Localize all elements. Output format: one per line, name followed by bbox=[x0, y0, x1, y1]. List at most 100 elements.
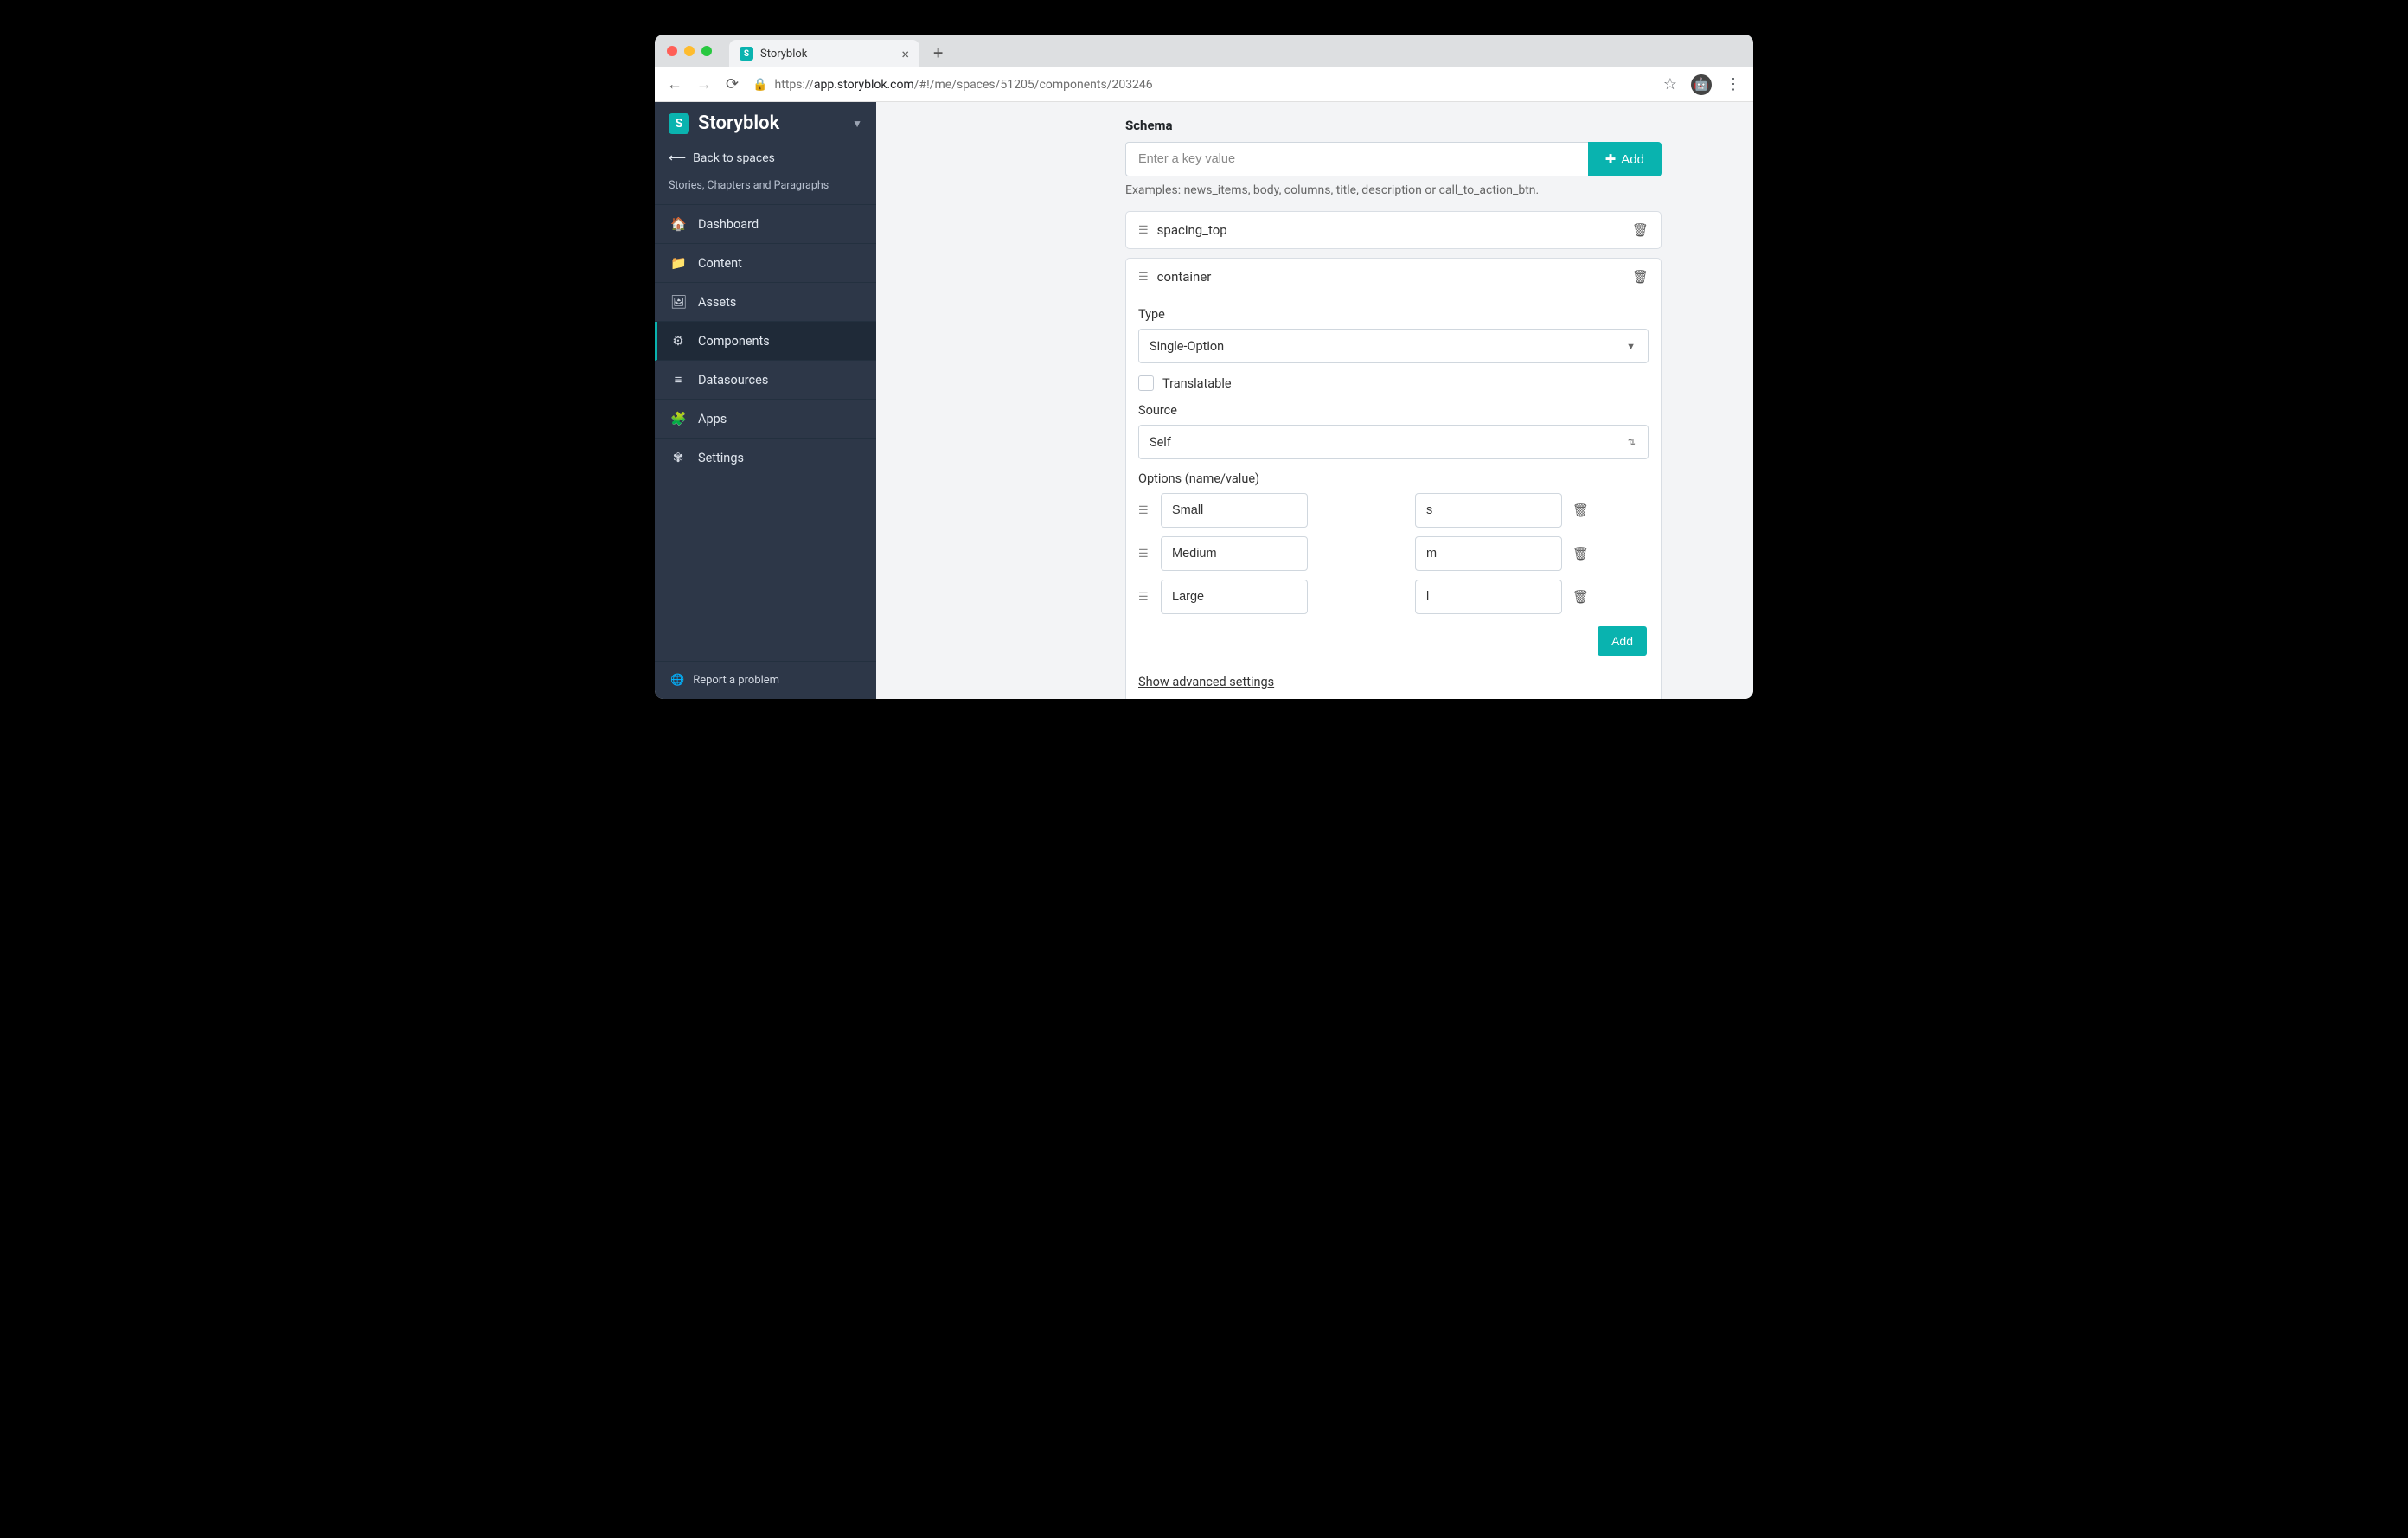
trash-icon[interactable]: 🗑 bbox=[1572, 589, 1589, 605]
traffic-lights bbox=[667, 46, 712, 56]
sidebar-item-label: Apps bbox=[698, 412, 727, 426]
globe-icon: 🌐 bbox=[670, 674, 684, 687]
back-label: Back to spaces bbox=[693, 151, 775, 165]
option-name-input[interactable] bbox=[1161, 580, 1308, 614]
option-value-input[interactable] bbox=[1415, 493, 1562, 528]
field-name: spacing_top bbox=[1157, 222, 1227, 238]
sidebar-item-datasources[interactable]: ≡ Datasources bbox=[655, 361, 876, 400]
main-panel: Schema ✚ Add Examples: news_items, body,… bbox=[876, 102, 1753, 699]
datasources-icon: ≡ bbox=[670, 372, 686, 388]
field-name: container bbox=[1157, 269, 1212, 285]
translatable-label: Translatable bbox=[1162, 376, 1232, 391]
logo-icon: S bbox=[669, 113, 689, 134]
report-label: Report a problem bbox=[693, 674, 779, 687]
maximize-window[interactable] bbox=[701, 46, 712, 56]
minimize-window[interactable] bbox=[684, 46, 695, 56]
options-label: Options (name/value) bbox=[1138, 471, 1649, 486]
source-label: Source bbox=[1138, 403, 1649, 418]
sidebar-item-label: Datasources bbox=[698, 373, 768, 388]
arrow-left-icon: ⟵ bbox=[669, 151, 686, 165]
option-name-input[interactable] bbox=[1161, 493, 1308, 528]
tab-close-icon[interactable]: × bbox=[901, 46, 909, 62]
settings-icon: ✾ bbox=[670, 450, 686, 465]
type-value: Single-Option bbox=[1150, 339, 1224, 354]
trash-icon[interactable]: 🗑 bbox=[1632, 269, 1649, 285]
option-name-input[interactable] bbox=[1161, 536, 1308, 571]
translatable-checkbox[interactable] bbox=[1138, 375, 1154, 391]
sidebar: S Storyblok ▼ ⟵ Back to spaces Stories, … bbox=[655, 102, 876, 699]
nav-list: 🏠 Dashboard 📁 Content 🖼 Assets ⚙ Components ≡ Dat… bbox=[655, 204, 876, 477]
back-to-spaces[interactable]: ⟵ Back to spaces bbox=[655, 143, 876, 176]
schema-field[interactable]: ☰ spacing_top 🗑 bbox=[1125, 211, 1662, 249]
sidebar-item-label: Settings bbox=[698, 451, 744, 465]
source-value: Self bbox=[1150, 435, 1171, 450]
drag-handle-icon[interactable]: ☰ bbox=[1138, 271, 1149, 284]
reload-button[interactable]: ⟳ bbox=[726, 75, 739, 93]
components-icon: ⚙ bbox=[670, 333, 686, 349]
back-button[interactable]: ← bbox=[667, 75, 682, 93]
url-path: /#!/me/spaces/51205/components/203246 bbox=[914, 78, 1153, 92]
sidebar-item-label: Dashboard bbox=[698, 217, 759, 232]
option-row: ☰🗑 bbox=[1138, 580, 1649, 614]
brand[interactable]: S Storyblok ▼ bbox=[655, 102, 876, 143]
sidebar-item-assets[interactable]: 🖼 Assets bbox=[655, 283, 876, 322]
apps-icon: 🧩 bbox=[670, 411, 686, 426]
option-value-input[interactable] bbox=[1415, 580, 1562, 614]
url-host: app.storyblok.com bbox=[814, 78, 914, 92]
brand-title: Storyblok bbox=[698, 112, 779, 134]
bookmark-icon[interactable]: ☆ bbox=[1663, 75, 1677, 93]
address-bar: ← → ⟳ 🔒 https://app.storyblok.com/#!/me/… bbox=[655, 67, 1753, 102]
new-tab-button[interactable]: + bbox=[933, 42, 943, 63]
sidebar-item-label: Content bbox=[698, 256, 742, 271]
source-select[interactable]: Self ⇅ bbox=[1138, 425, 1649, 459]
assets-icon: 🖼 bbox=[670, 294, 686, 310]
sidebar-item-apps[interactable]: 🧩 Apps bbox=[655, 400, 876, 439]
trash-icon[interactable]: 🗑 bbox=[1632, 222, 1649, 238]
forward-button[interactable]: → bbox=[696, 75, 712, 93]
chevron-down-icon[interactable]: ▼ bbox=[852, 118, 862, 130]
option-value-input[interactable] bbox=[1415, 536, 1562, 571]
drag-handle-icon[interactable]: ☰ bbox=[1138, 548, 1150, 561]
app-root: S Storyblok ▼ ⟵ Back to spaces Stories, … bbox=[655, 102, 1753, 699]
sidebar-item-content[interactable]: 📁 Content bbox=[655, 244, 876, 283]
plus-icon: ✚ bbox=[1605, 151, 1617, 167]
schema-heading: Schema bbox=[1125, 118, 1662, 133]
browser-menu-icon[interactable]: ⋮ bbox=[1726, 75, 1741, 93]
examples-text: Examples: news_items, body, columns, tit… bbox=[1125, 183, 1662, 197]
add-option-button[interactable]: Add bbox=[1598, 626, 1647, 656]
browser-window: S Storyblok × + ← → ⟳ 🔒 https://app.stor… bbox=[655, 35, 1753, 699]
sidebar-item-dashboard[interactable]: 🏠 Dashboard bbox=[655, 205, 876, 244]
drag-handle-icon[interactable]: ☰ bbox=[1138, 591, 1150, 604]
sidebar-item-label: Assets bbox=[698, 295, 736, 310]
sidebar-item-components[interactable]: ⚙ Components bbox=[655, 322, 876, 361]
show-advanced-link[interactable]: Show advanced settings bbox=[1138, 675, 1274, 689]
schema-field-header[interactable]: ☰ container 🗑 bbox=[1126, 259, 1661, 295]
browser-tab[interactable]: S Storyblok × bbox=[729, 40, 919, 67]
type-label: Type bbox=[1138, 307, 1649, 322]
lock-icon: 🔒 bbox=[752, 78, 767, 92]
trash-icon[interactable]: 🗑 bbox=[1572, 503, 1589, 518]
sidebar-item-settings[interactable]: ✾ Settings bbox=[655, 439, 876, 477]
content-icon: 📁 bbox=[670, 255, 686, 271]
tab-bar: S Storyblok × + bbox=[655, 35, 1753, 67]
type-select[interactable]: Single-Option ▼ bbox=[1138, 329, 1649, 363]
updown-icon: ⇅ bbox=[1628, 437, 1636, 448]
drag-handle-icon[interactable]: ☰ bbox=[1138, 504, 1150, 517]
add-button-label: Add bbox=[1621, 152, 1644, 167]
schema-field-expanded: ☰ container 🗑 Type Single-Option ▼ Trans… bbox=[1125, 258, 1662, 699]
schema-key-input[interactable] bbox=[1125, 142, 1588, 176]
option-row: ☰🗑 bbox=[1138, 493, 1649, 528]
space-name: Stories, Chapters and Paragraphs bbox=[655, 176, 876, 204]
url-field[interactable]: 🔒 https://app.storyblok.com/#!/me/spaces… bbox=[752, 78, 1649, 92]
sidebar-item-label: Components bbox=[698, 334, 770, 349]
close-window[interactable] bbox=[667, 46, 677, 56]
profile-avatar[interactable]: 🤖 bbox=[1691, 74, 1712, 95]
trash-icon[interactable]: 🗑 bbox=[1572, 546, 1589, 561]
chevron-down-icon: ▼ bbox=[1626, 341, 1636, 352]
drag-handle-icon[interactable]: ☰ bbox=[1138, 224, 1149, 237]
favicon-icon: S bbox=[740, 47, 753, 61]
dashboard-icon: 🏠 bbox=[670, 216, 686, 232]
add-field-button[interactable]: ✚ Add bbox=[1588, 142, 1662, 176]
option-row: ☰🗑 bbox=[1138, 536, 1649, 571]
report-problem[interactable]: 🌐 Report a problem bbox=[655, 661, 876, 699]
